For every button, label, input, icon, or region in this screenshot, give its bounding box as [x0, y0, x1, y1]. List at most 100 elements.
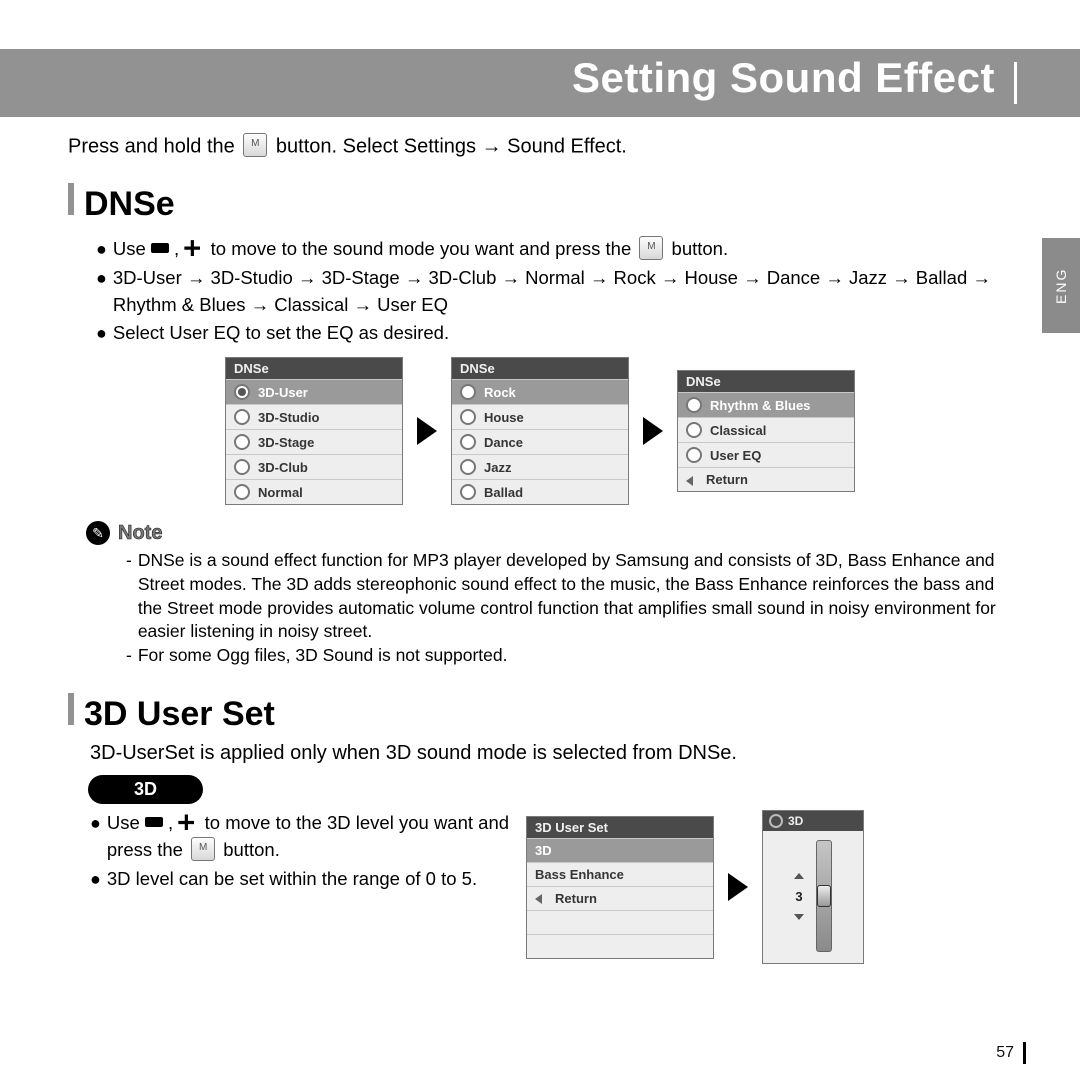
item-label: Normal: [258, 485, 303, 500]
minus-icon: [151, 243, 169, 253]
menu-button-icon: M: [191, 837, 215, 861]
radio-icon: [460, 434, 476, 450]
bullet-row: ● Use , to move to the sound mode you wa…: [96, 236, 1012, 263]
list-item[interactable]: House: [452, 404, 628, 429]
subsection-pill-3d: 3D: [88, 775, 203, 804]
page-number-bar: [1023, 1042, 1026, 1064]
caret-up-icon[interactable]: [794, 873, 804, 879]
plus-icon: [184, 240, 200, 256]
menu-panel: DNSe Rock House Dance Jazz Ballad: [451, 357, 629, 505]
list-item[interactable]: Classical: [678, 417, 854, 442]
button-word: button.: [672, 238, 729, 259]
use-word: Use: [107, 812, 140, 833]
note-line: For some Ogg files, 3D Sound is not supp…: [138, 644, 508, 668]
list-item[interactable]: Bass Enhance: [527, 862, 713, 886]
item-label: 3D-Studio: [258, 410, 319, 425]
radio-icon: [234, 409, 250, 425]
caret-down-icon[interactable]: [794, 914, 804, 920]
slider-value-display: 3: [794, 873, 804, 920]
bullet-text: 3D-User → 3D-Studio → 3D-Stage → 3D-Club…: [113, 265, 1012, 319]
item-label: 3D: [535, 843, 552, 858]
list-item[interactable]: Rock: [452, 379, 628, 404]
list-item[interactable]: 3D-User: [226, 379, 402, 404]
radio-icon: [234, 384, 250, 400]
item-label: User EQ: [710, 448, 761, 463]
intro-line: Press and hold the M button. Select Sett…: [68, 135, 1012, 159]
section-head-dnse: DNSe: [68, 183, 1012, 224]
plus-icon: [178, 814, 194, 830]
language-tab: ENG: [1042, 238, 1080, 333]
list-item[interactable]: 3D-Stage: [226, 429, 402, 454]
bullet-icon: ●: [90, 810, 101, 864]
list-item[interactable]: Return: [527, 886, 713, 910]
page-number: 57: [996, 1044, 1014, 1062]
slider-area: 3: [763, 835, 863, 957]
radio-icon: [686, 422, 702, 438]
slider-title: 3D: [788, 814, 803, 828]
ring-icon: [769, 814, 783, 828]
page-title: Setting Sound Effect: [572, 54, 995, 102]
radio-icon: [460, 409, 476, 425]
bullet-row: ● 3D-User → 3D-Studio → 3D-Stage → 3D-Cl…: [96, 265, 1012, 319]
bullet-text: to move to the sound mode you want and p…: [211, 238, 632, 259]
item-label: House: [484, 410, 524, 425]
arrow-right-icon: [643, 417, 663, 445]
arrow-right-icon: [417, 417, 437, 445]
section-bar-icon: [68, 693, 74, 725]
bullet-text: Select User EQ to set the EQ as desired.: [113, 320, 449, 347]
minus-icon: [145, 817, 163, 827]
user3d-desc: 3D-UserSet is applied only when 3D sound…: [90, 742, 1012, 765]
bullet-text: to move to the 3D level you want and pre…: [107, 812, 509, 860]
panel-title: 3D: [763, 811, 863, 831]
list-item[interactable]: Rhythm & Blues: [678, 392, 854, 417]
slider-panel-3d: 3D 3: [762, 810, 864, 964]
note-icon: ✎: [86, 521, 110, 545]
radio-icon: [686, 447, 702, 463]
radio-icon: [234, 484, 250, 500]
list-item[interactable]: Return: [678, 467, 854, 491]
slider-track[interactable]: [816, 840, 832, 952]
list-item[interactable]: Normal: [226, 479, 402, 504]
return-icon: [535, 892, 547, 904]
use-word: Use: [113, 238, 146, 259]
content-area: Press and hold the M button. Select Sett…: [68, 135, 1012, 964]
panel-title: DNSe: [226, 358, 402, 379]
slider-thumb[interactable]: [817, 885, 831, 907]
bullet-icon: ●: [96, 265, 107, 319]
item-label: Bass Enhance: [535, 867, 624, 882]
dash-icon: -: [126, 644, 132, 668]
bullet-row: ● 3D level can be set within the range o…: [90, 866, 510, 893]
item-label: 3D-Club: [258, 460, 308, 475]
radio-icon: [460, 484, 476, 500]
section-head-3duser: 3D User Set: [68, 693, 1012, 734]
user3d-row: ● Use , to move to the 3D level you want…: [90, 810, 1012, 964]
note-body: -DNSe is a sound effect function for MP3…: [126, 549, 1012, 667]
item-label: Return: [555, 891, 597, 906]
menu-button-icon: M: [243, 133, 267, 157]
dash-icon: -: [126, 549, 132, 644]
bullet-icon: ●: [96, 320, 107, 347]
section-bar-icon: [68, 183, 74, 215]
intro-prefix: Press and hold the: [68, 135, 235, 157]
list-item[interactable]: 3D-Club: [226, 454, 402, 479]
item-label: Classical: [710, 423, 766, 438]
bullet-text: 3D level can be set within the range of …: [107, 866, 477, 893]
list-item[interactable]: 3D: [527, 838, 713, 862]
list-item[interactable]: Ballad: [452, 479, 628, 504]
bullet-row: ● Use , to move to the 3D level you want…: [90, 810, 510, 864]
list-item[interactable]: 3D-Studio: [226, 404, 402, 429]
header-band: Setting Sound Effect: [0, 49, 1080, 117]
list-item[interactable]: Dance: [452, 429, 628, 454]
section-title-3duser: 3D User Set: [84, 695, 275, 734]
return-icon: [686, 474, 698, 486]
radio-icon: [686, 397, 702, 413]
list-item: [527, 910, 713, 934]
bullet-icon: ●: [96, 236, 107, 263]
radio-icon: [234, 459, 250, 475]
note-header: ✎ Note: [86, 521, 1012, 545]
dnse-panels: DNSe 3D-User 3D-Studio 3D-Stage 3D-Club …: [68, 357, 1012, 505]
list-item[interactable]: Jazz: [452, 454, 628, 479]
menu-button-icon: M: [639, 236, 663, 260]
list-item[interactable]: User EQ: [678, 442, 854, 467]
note-line: DNSe is a sound effect function for MP3 …: [138, 549, 1012, 644]
